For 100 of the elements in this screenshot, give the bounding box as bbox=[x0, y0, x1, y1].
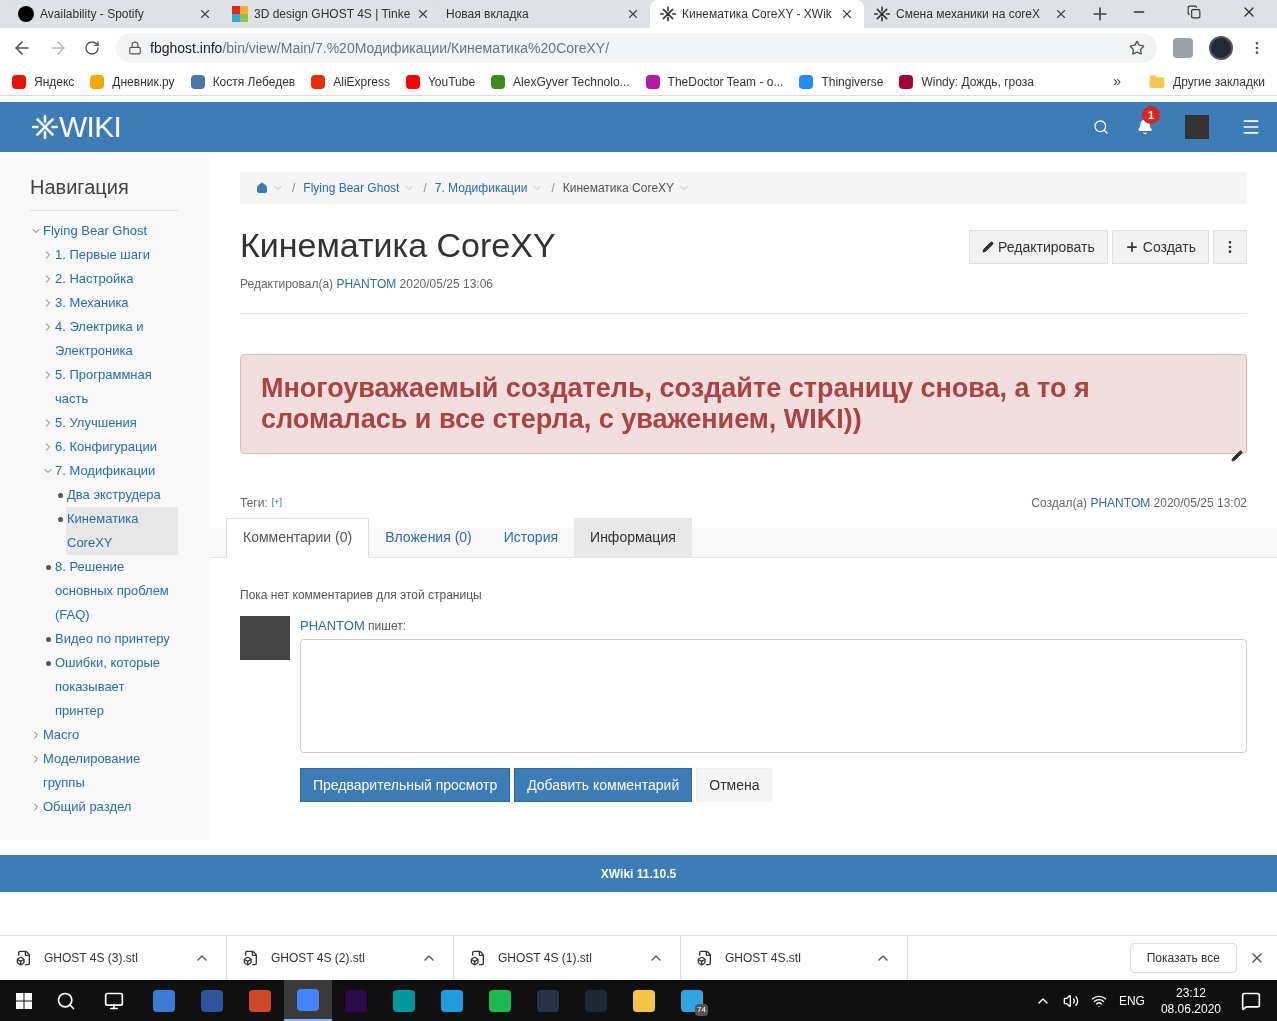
create-button[interactable]: Создать bbox=[1111, 230, 1209, 264]
home-icon[interactable] bbox=[256, 182, 268, 194]
nav-link[interactable]: 7. Модификации bbox=[54, 459, 160, 483]
breadcrumb-link[interactable]: 7. Модификации bbox=[434, 179, 528, 197]
close-icon[interactable] bbox=[1054, 7, 1068, 21]
file-name: GHOST 4S (1).stl bbox=[498, 950, 593, 967]
bookmark-link[interactable]: Яндекс bbox=[12, 72, 75, 91]
address-field[interactable]: fbghost.info/bin/view/Main/7.%20Модификации/Кинематика%20CoreXY/ bbox=[116, 33, 1157, 63]
restore-icon[interactable] bbox=[1187, 5, 1201, 19]
nav-link[interactable]: Macro bbox=[42, 723, 84, 747]
avatar-placeholder bbox=[240, 615, 290, 660]
edit-icon[interactable] bbox=[1231, 449, 1243, 462]
add-tag-link[interactable]: [+] bbox=[271, 495, 282, 510]
bookmark-link[interactable]: Thingiverse bbox=[799, 72, 884, 91]
bookmark-link[interactable]: AlexGyver Technolo... bbox=[491, 72, 630, 91]
volume-icon[interactable] bbox=[1062, 992, 1079, 1009]
clock-date[interactable]: 08.06.2020 bbox=[1160, 1000, 1221, 1017]
url-path: /bin/view/Main/7.%20Модификации/Кинематика%20CoreXY/ bbox=[222, 38, 610, 58]
breadcrumb-separator: / bbox=[423, 180, 427, 197]
clock-time[interactable]: 23:12 bbox=[1175, 984, 1206, 1001]
notification-count: 1 bbox=[1142, 106, 1160, 124]
user-link[interactable]: PHANTOM bbox=[336, 276, 397, 291]
bookmark-link[interactable]: TheDoctor Team - о... bbox=[645, 72, 784, 91]
user-link[interactable]: PHANTOM bbox=[300, 617, 365, 633]
profile-avatar[interactable] bbox=[1209, 36, 1233, 60]
page-title: Кинематика CoreXY bbox=[240, 225, 557, 266]
doc-tab[interactable]: Информация bbox=[574, 517, 692, 558]
show-all-button[interactable]: Показать все bbox=[1129, 943, 1237, 973]
tab-title: Кинематика CoreXY - XWik bbox=[682, 6, 833, 23]
file-name: GHOST 4S.stl bbox=[725, 950, 802, 967]
comment-input[interactable] bbox=[300, 639, 1247, 753]
pencil-icon bbox=[982, 241, 995, 253]
preview-button[interactable]: Предварительный просмотр bbox=[300, 768, 511, 802]
file-icon bbox=[470, 950, 486, 966]
edit-info: Редактировал(а) PHANTOM 2020/05/25 13:06 bbox=[240, 275, 494, 293]
edit-button[interactable]: Редактировать bbox=[969, 230, 1108, 264]
tab-title: Availability - Spotify bbox=[40, 6, 145, 23]
bookmark-link[interactable]: YouTube bbox=[405, 72, 476, 91]
no-comments-text: Пока нет комментариев для этой страницы bbox=[240, 586, 483, 604]
bullet-icon bbox=[57, 517, 63, 522]
bookmark-link[interactable]: Костя Лебедев bbox=[190, 72, 296, 91]
cancel-button[interactable]: Отмена bbox=[696, 768, 773, 802]
reload-icon[interactable] bbox=[84, 40, 100, 56]
task-view-icon[interactable] bbox=[104, 990, 124, 1011]
bullet-icon bbox=[45, 661, 51, 666]
more-bookmarks[interactable]: » bbox=[1113, 71, 1122, 92]
nav-link[interactable]: Общий раздел bbox=[42, 795, 136, 819]
nav-link[interactable]: 5. Улучшения bbox=[54, 411, 141, 435]
file-icon bbox=[16, 950, 32, 966]
bookmark-link[interactable]: Windy: Дождь, гроза bbox=[899, 72, 1034, 91]
bullet-icon bbox=[57, 493, 63, 498]
bookmark-folder[interactable]: Другие закладки bbox=[1149, 72, 1265, 91]
nav-link[interactable]: 3. Механика bbox=[54, 291, 133, 315]
xwiki-logo-icon bbox=[32, 114, 58, 140]
search-icon[interactable] bbox=[56, 990, 76, 1011]
bookmark-link[interactable]: Дневник.ру bbox=[90, 72, 175, 91]
nav-link[interactable]: 4. Электрика и Электроника bbox=[54, 315, 178, 363]
xwiki-icon bbox=[874, 6, 890, 22]
close-icon[interactable] bbox=[198, 7, 212, 21]
taskbar-app[interactable] bbox=[284, 980, 332, 1021]
badge: 74 bbox=[695, 1004, 708, 1016]
breadcrumb-link[interactable]: Кинематика CoreXY bbox=[562, 179, 675, 197]
add-comment-button[interactable]: Добавить комментарий bbox=[514, 768, 693, 802]
tab-title: Смена механики на coreX bbox=[896, 6, 1042, 23]
xwiki-icon bbox=[660, 6, 676, 22]
bookmark-star-icon[interactable] bbox=[1129, 40, 1145, 56]
language-indicator[interactable]: ENG bbox=[1118, 991, 1145, 1010]
file-icon bbox=[243, 950, 259, 966]
nav-link[interactable]: 5. Программная часть bbox=[54, 363, 178, 411]
close-icon[interactable] bbox=[840, 7, 854, 21]
url-host: fbghost.info bbox=[150, 38, 223, 58]
file-icon bbox=[697, 950, 713, 966]
doc-tab[interactable]: Комментарии (0) bbox=[226, 517, 370, 558]
taskbar-app[interactable]: 74 bbox=[668, 980, 716, 1021]
breadcrumb-link[interactable]: Flying Bear Ghost bbox=[303, 179, 400, 197]
nav-link[interactable]: Ошибки, которые показывает принтер bbox=[54, 651, 178, 723]
bullet-icon bbox=[45, 637, 51, 642]
nav-link[interactable]: 2. Настройка bbox=[54, 267, 138, 291]
bookmark-link[interactable]: AliExpress bbox=[311, 72, 390, 91]
close-icon[interactable] bbox=[626, 7, 640, 21]
nav-link[interactable]: Моделирование группы bbox=[42, 747, 178, 795]
menu-icon[interactable] bbox=[1241, 117, 1261, 137]
windows-logo-icon[interactable] bbox=[16, 992, 32, 1009]
nav-link[interactable]: Flying Bear Ghost bbox=[42, 219, 152, 243]
logo-text[interactable]: WIKI bbox=[59, 112, 121, 142]
plus-icon bbox=[1124, 240, 1139, 254]
nav-link[interactable]: Два экструдера bbox=[66, 483, 165, 507]
doc-tab[interactable]: Вложения (0) bbox=[369, 517, 488, 558]
nav-link[interactable]: Кинематика CoreXY bbox=[66, 507, 178, 555]
error-message: Многоуважаемый создатель, создайте страницу снова, а то я сломалась и все стерла, с уважением, WIKI)) bbox=[240, 353, 1247, 454]
nav-link[interactable]: 1. Первые шаги bbox=[54, 243, 154, 267]
doc-tab[interactable]: История bbox=[487, 517, 575, 558]
user-link[interactable]: PHANTOM bbox=[1090, 495, 1151, 510]
nav-link[interactable]: 8. Решение основных проблем (FAQ) bbox=[54, 555, 178, 627]
browser-tab[interactable]: Кинематика CoreXY - XWik bbox=[650, 0, 864, 28]
nav-link[interactable]: 6. Конфигурации bbox=[54, 435, 161, 459]
notifications-icon[interactable] bbox=[1241, 990, 1261, 1011]
created-info: Создал(а) PHANTOM 2020/05/25 13:02 bbox=[1031, 494, 1247, 512]
file-name: GHOST 4S (2).stl bbox=[271, 950, 366, 967]
nav-link[interactable]: Видео по принтеру bbox=[54, 627, 174, 651]
